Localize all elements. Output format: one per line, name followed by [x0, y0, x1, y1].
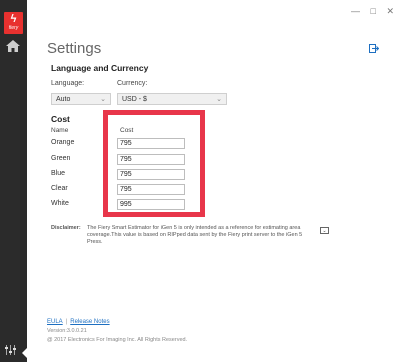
release-notes-link[interactable]: Release Notes [70, 319, 109, 325]
chevron-down-icon: ⌄ [100, 96, 106, 103]
currency-select[interactable]: USD - $ ⌄ [117, 93, 227, 105]
disclaimer-label: Disclaimer: [51, 225, 81, 231]
app-window: ϟ fiery — □ ✕ Settings Language and Curr… [0, 0, 396, 362]
cost-heading: Cost [51, 114, 70, 124]
sidebar-active-notch [22, 348, 27, 358]
fiery-logo: ϟ fiery [4, 12, 23, 34]
maximize-button[interactable]: □ [371, 6, 376, 16]
cost-highlight-box [103, 110, 205, 217]
version-text: Version:3.0.0.21 [47, 328, 87, 334]
settings-sliders-icon[interactable] [3, 344, 23, 356]
cost-row-name-blue: Blue [51, 170, 66, 177]
minimize-button[interactable]: — [351, 6, 360, 16]
fiery-bolt-icon: ϟ [10, 13, 17, 25]
name-column-header: Name [51, 127, 69, 134]
cost-row-name-orange: Orange [51, 139, 75, 146]
currency-label: Currency: [117, 80, 148, 87]
sidebar: ϟ fiery [0, 0, 27, 362]
cost-row-name-white: White [51, 200, 69, 207]
language-currency-heading: Language and Currency [51, 63, 149, 73]
window-controls: — □ ✕ [343, 6, 394, 17]
link-separator: | [65, 319, 68, 325]
logo-word: fiery [8, 25, 19, 31]
close-button[interactable]: ✕ [386, 6, 394, 17]
language-label: Language: [51, 80, 85, 87]
page-title: Settings [47, 40, 102, 57]
currency-value: USD - $ [122, 96, 147, 103]
language-value: Auto [56, 96, 71, 103]
chevron-down-icon: ⌄ [216, 96, 222, 103]
expand-icon[interactable]: ⌄ [320, 227, 329, 234]
eula-link[interactable]: EULA [47, 319, 63, 325]
cost-row-name-clear: Clear [51, 185, 68, 192]
footer-links: EULA | Release Notes [47, 319, 110, 325]
disclaimer-text: The Fiery Smart Estimator for iGen 5 is … [87, 225, 303, 245]
language-select[interactable]: Auto ⌄ [51, 93, 111, 105]
copyright-text: @ 2017 Electronics For Imaging Inc. All … [47, 337, 188, 343]
export-icon[interactable] [369, 44, 379, 53]
home-icon[interactable] [6, 40, 20, 52]
cost-row-name-green: Green [51, 155, 71, 162]
